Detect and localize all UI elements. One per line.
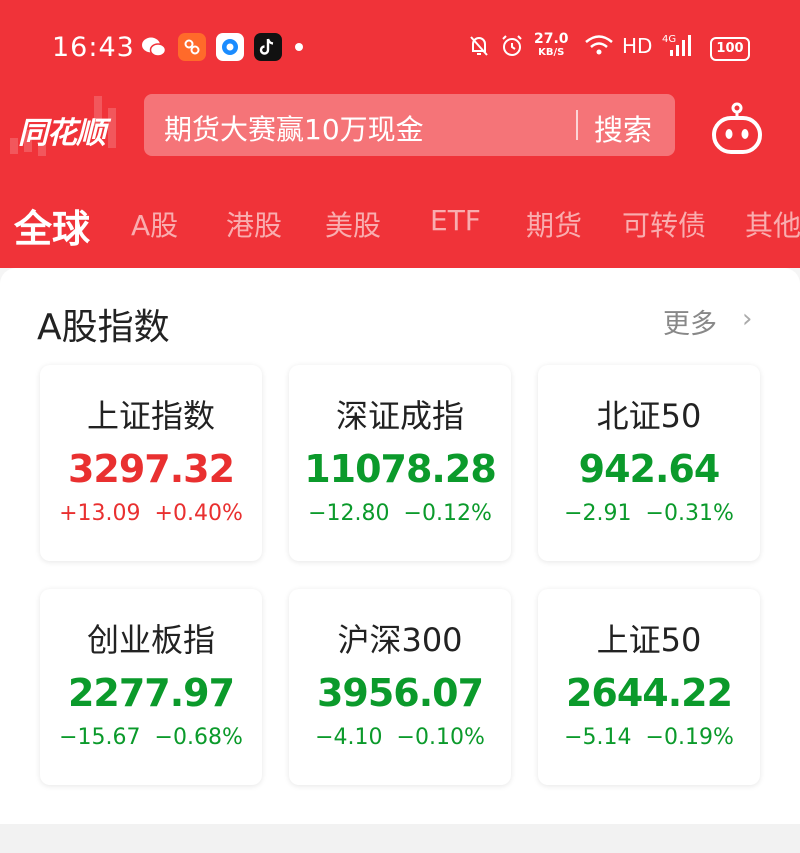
status-bar: 16:43 27.0 KB/S HD 4G 100 — [0, 0, 800, 95]
index-value: 2644.22 — [565, 671, 733, 715]
a-share-index-section: A股指数 更多 › 上证指数 3297.32 +13.09 +0.40% 深证成… — [0, 268, 800, 824]
chevron-right-icon[interactable]: › — [742, 304, 752, 334]
tab-convertible-bonds[interactable]: 可转债 — [622, 204, 706, 244]
index-card[interactable]: 北证50 942.64 −2.91 −0.31% — [538, 365, 760, 561]
battery-indicator: 100 — [710, 37, 750, 61]
status-time: 16:43 — [52, 32, 135, 63]
app-logo[interactable]: 同花顺 — [18, 108, 106, 152]
index-card[interactable]: 创业板指 2277.97 −15.67 −0.68% — [40, 589, 262, 785]
index-name: 沪深300 — [337, 621, 463, 659]
index-card[interactable]: 沪深300 3956.07 −4.10 −0.10% — [289, 589, 511, 785]
index-value: 3956.07 — [316, 671, 484, 715]
index-change: +13.09 +0.40% — [59, 501, 243, 526]
index-change: −12.80 −0.12% — [308, 501, 492, 526]
alarm-icon — [500, 34, 524, 63]
speed-value: 27.0 — [534, 31, 569, 47]
index-card[interactable]: 深证成指 11078.28 −12.80 −0.12% — [289, 365, 511, 561]
network-speed: 27.0 KB/S — [534, 32, 569, 60]
search-bar[interactable]: 期货大赛赢10万现金 搜索 — [144, 94, 675, 156]
index-name: 上证指数 — [86, 397, 215, 435]
wechat-icon — [140, 33, 168, 61]
app-icon — [178, 33, 206, 61]
tab-hk-shares[interactable]: 港股 — [226, 204, 282, 244]
tab-futures[interactable]: 期货 — [526, 204, 582, 244]
tab-global[interactable]: 全球 — [14, 198, 90, 253]
index-change: −5.14 −0.19% — [564, 725, 734, 750]
tab-other[interactable]: 其他 — [745, 204, 800, 244]
index-name: 深证成指 — [335, 397, 464, 435]
app-header: 16:43 27.0 KB/S HD 4G 100 同花顺 期货大赛赢10万现金… — [0, 0, 800, 268]
search-button[interactable]: 搜索 — [594, 107, 652, 149]
tab-us-shares[interactable]: 美股 — [325, 204, 381, 244]
wifi-icon — [584, 34, 614, 61]
tiktok-icon — [254, 33, 282, 61]
index-value: 11078.28 — [304, 447, 497, 491]
tab-a-shares[interactable]: A股 — [131, 204, 178, 244]
market-tabs: 全球 A股 港股 美股 ETF 期货 可转债 其他 — [0, 198, 800, 253]
notification-dot-icon — [295, 43, 303, 51]
robot-assistant-icon[interactable] — [708, 100, 766, 158]
more-link[interactable]: 更多 — [663, 302, 717, 341]
hd-label: HD — [622, 34, 653, 58]
index-name: 北证50 — [596, 397, 702, 435]
section-title: A股指数 — [37, 307, 170, 348]
index-change: −15.67 −0.68% — [59, 725, 243, 750]
section-separator — [0, 824, 800, 853]
index-card[interactable]: 上证50 2644.22 −5.14 −0.19% — [538, 589, 760, 785]
index-change: −4.10 −0.10% — [315, 725, 485, 750]
tab-etf[interactable]: ETF — [430, 204, 481, 237]
index-name: 上证50 — [596, 621, 702, 659]
search-input[interactable]: 期货大赛赢10万现金 — [164, 108, 424, 148]
index-value: 2277.97 — [67, 671, 235, 715]
browser-icon — [216, 33, 244, 61]
index-name: 创业板指 — [86, 621, 215, 659]
index-card[interactable]: 上证指数 3297.32 +13.09 +0.40% — [40, 365, 262, 561]
index-value: 942.64 — [578, 447, 721, 491]
speed-unit: KB/S — [538, 47, 565, 58]
index-change: −2.91 −0.31% — [564, 501, 734, 526]
index-value: 3297.32 — [67, 447, 235, 491]
search-divider — [576, 110, 578, 140]
mute-bell-icon — [468, 34, 490, 63]
